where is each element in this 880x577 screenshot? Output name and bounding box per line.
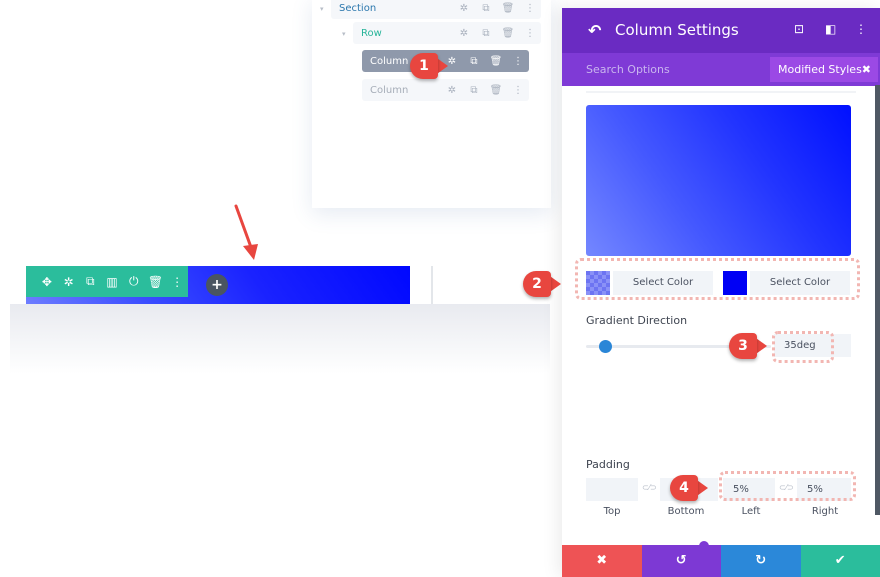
scrollbar[interactable] — [875, 85, 880, 515]
panel-footer: ✖ ↺ ↻ ✔ — [562, 545, 880, 577]
callout-number: 3 — [729, 333, 757, 359]
trash-icon[interactable]: 🗑 — [497, 28, 519, 39]
redo-button[interactable]: ↻ — [721, 545, 801, 577]
padding-right-label: Right — [811, 506, 839, 517]
back-icon[interactable]: ↶ — [588, 21, 601, 40]
more-icon[interactable]: ⋮ — [519, 3, 541, 14]
duplicate-icon[interactable]: ⧉ — [463, 85, 485, 96]
collapse-caret-icon[interactable]: ▾ — [320, 5, 324, 13]
filter-label: Modified Styles — [778, 63, 862, 76]
more-icon[interactable]: ⋮ — [166, 275, 188, 289]
gradient-end-swatch[interactable] — [723, 271, 747, 295]
divider — [586, 91, 856, 93]
callout-4: 4 — [670, 475, 708, 501]
gradient-preview[interactable] — [586, 105, 851, 256]
layer-item-section[interactable]: Section ✲ ⧉ 🗑 ⋮ — [331, 0, 541, 19]
discard-button[interactable]: ✖ — [562, 545, 642, 577]
columns-icon[interactable]: ▥ — [101, 275, 123, 289]
more-icon[interactable]: ⋮ — [519, 28, 541, 39]
link-icon[interactable]: ⊂⁄⊃ — [642, 483, 657, 492]
trash-icon[interactable]: 🗑 — [485, 85, 507, 96]
duplicate-icon[interactable]: ⧉ — [475, 28, 497, 39]
duplicate-icon[interactable]: ⧉ — [463, 56, 485, 67]
select-end-color-button[interactable]: Select Color — [750, 271, 850, 295]
padding-label: Padding — [586, 458, 630, 471]
slider-handle[interactable] — [598, 340, 612, 353]
more-icon[interactable]: ⋮ — [855, 22, 867, 36]
panel-header: ↶ Column Settings ⊡ ◧ ⋮ — [562, 8, 880, 53]
builder-stage: ▾ Section ✲ ⧉ 🗑 ⋮ ▾ Row ✲ ⧉ 🗑 ⋮ Column ✲ — [0, 0, 880, 577]
trash-icon[interactable]: 🗑 — [497, 3, 519, 14]
more-icon[interactable]: ⋮ — [507, 56, 529, 67]
callout-number: 2 — [523, 271, 551, 297]
add-module-button[interactable]: + — [206, 274, 228, 296]
settings-icon[interactable]: ✲ — [453, 3, 475, 14]
select-start-color-button[interactable]: Select Color — [613, 271, 713, 295]
layer-label: Section — [339, 2, 377, 14]
callout-3: 3 — [729, 333, 767, 359]
layer-label: Row — [361, 27, 382, 39]
panel-title: Column Settings — [615, 21, 739, 39]
pointer-arrow-icon — [234, 204, 258, 260]
trash-icon[interactable]: 🗑 — [145, 275, 167, 289]
power-icon[interactable]: ⏻ — [123, 274, 145, 289]
settings-icon[interactable]: ✲ — [441, 85, 463, 96]
padding-left-label: Left — [741, 506, 761, 517]
gradient-start-swatch[interactable] — [586, 271, 610, 295]
collapse-caret-icon[interactable]: ▾ — [342, 30, 346, 38]
padding-top-label: Top — [603, 506, 621, 517]
modified-styles-filter[interactable]: Modified Styles ✖ — [770, 57, 878, 82]
settings-icon[interactable]: ✲ — [453, 28, 475, 39]
layers-panel: ▾ Section ✲ ⧉ 🗑 ⋮ ▾ Row ✲ ⧉ 🗑 ⋮ Column ✲ — [312, 0, 551, 208]
callout-1: 1 — [410, 53, 448, 79]
layer-item-column[interactable]: Column ✲ ⧉ 🗑 ⋮ — [362, 79, 529, 101]
search-bar: Search Options Modified Styles ✖ — [562, 53, 880, 86]
callout-2: 2 — [523, 271, 561, 297]
trash-icon[interactable]: 🗑 — [485, 56, 507, 67]
move-icon[interactable]: ✥ — [36, 275, 58, 289]
callout-number: 4 — [670, 475, 698, 501]
padding-bottom-label: Bottom — [667, 506, 705, 517]
row-toolbar: ✥ ✲ ⧉ ▥ ⏻ 🗑 ⋮ — [26, 266, 188, 297]
highlight-padding — [719, 471, 856, 501]
column-settings-panel: ↶ Column Settings ⊡ ◧ ⋮ Search Options M… — [562, 8, 880, 577]
dock-icon[interactable]: ◧ — [825, 22, 836, 36]
callout-number: 1 — [410, 53, 438, 79]
settings-icon[interactable]: ✲ — [58, 275, 80, 289]
fullscreen-icon[interactable]: ⊡ — [794, 22, 804, 36]
duplicate-icon[interactable]: ⧉ — [79, 274, 101, 289]
gradient-direction-label: Gradient Direction — [586, 314, 688, 327]
duplicate-icon[interactable]: ⧉ — [475, 3, 497, 14]
close-icon[interactable]: ✖ — [862, 57, 871, 82]
padding-top-input[interactable] — [586, 478, 638, 501]
column-divider — [431, 266, 433, 304]
undo-button[interactable]: ↺ — [641, 545, 721, 577]
layer-label: Column — [370, 84, 409, 96]
search-options-input[interactable]: Search Options — [586, 63, 670, 76]
save-button[interactable]: ✔ — [800, 545, 880, 577]
row-shadow — [10, 304, 550, 374]
more-icon[interactable]: ⋮ — [507, 85, 529, 96]
highlight-direction — [772, 331, 834, 363]
layer-item-row[interactable]: Row ✲ ⧉ 🗑 ⋮ — [353, 22, 541, 44]
